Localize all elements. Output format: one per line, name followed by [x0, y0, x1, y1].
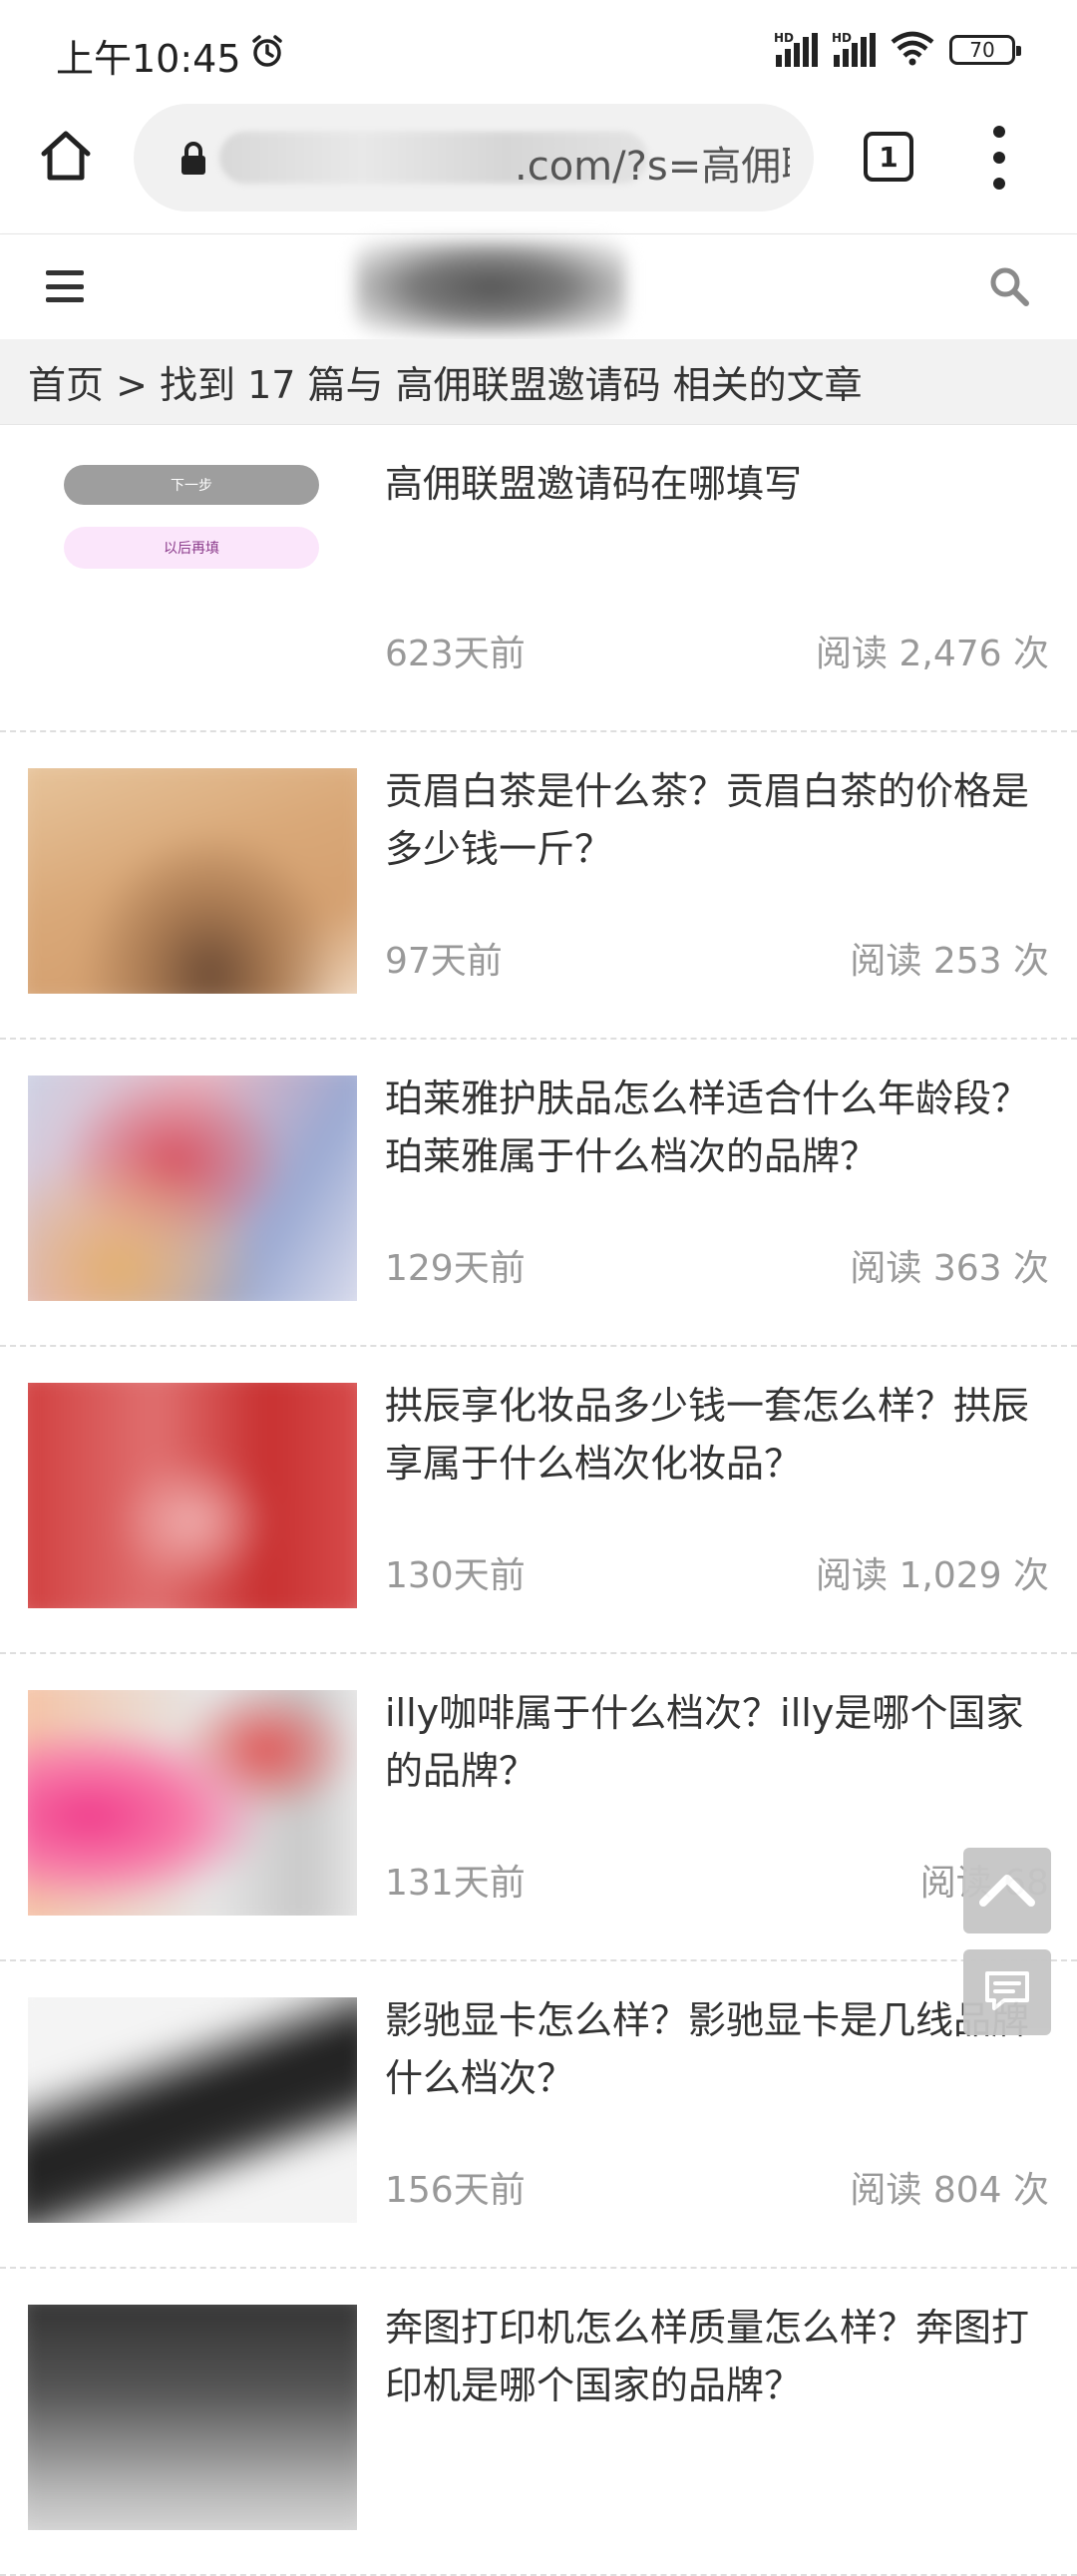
comment-icon: [982, 1968, 1032, 2016]
tab-switcher-button[interactable]: 1: [864, 132, 913, 182]
battery-icon: 70: [949, 35, 1021, 65]
chevron-up-icon: [977, 1869, 1037, 1913]
list-item[interactable]: 下一步 以后再填 高佣联盟邀请码在哪填写 623天前 阅读 2,476 次: [0, 425, 1077, 732]
battery-level: 70: [969, 38, 995, 62]
article-date: 131天前: [385, 1863, 526, 1904]
status-bar: 上午10:45 HD HD 70: [0, 0, 1077, 100]
article-list: 下一步 以后再填 高佣联盟邀请码在哪填写 623天前 阅读 2,476 次 贡眉…: [0, 425, 1077, 2576]
address-bar[interactable]: .com/?s=高佣联: [134, 104, 814, 212]
article-title[interactable]: 拱辰享化妆品多少钱一套怎么样？拱辰享属于什么档次化妆品？: [385, 1377, 1051, 1493]
article-thumbnail[interactable]: [28, 768, 357, 994]
article-date: 130天前: [385, 1555, 526, 1596]
home-button[interactable]: [30, 122, 102, 194]
article-title[interactable]: 贡眉白茶是什么茶？贡眉白茶的价格是多少钱一斤？: [385, 762, 1051, 878]
browser-toolbar: .com/?s=高佣联 1: [0, 100, 1077, 231]
thumbnail-later-button: 以后再填: [64, 527, 319, 569]
list-item[interactable]: 珀莱雅护肤品怎么样适合什么年龄段？珀莱雅属于什么档次的品牌？ 129天前 阅读 …: [0, 1040, 1077, 1347]
list-item[interactable]: 奔图打印机怎么样质量怎么样？奔图打印机是哪个国家的品牌？: [0, 2269, 1077, 2576]
article-views: 阅读 363 次: [850, 1248, 1049, 1289]
search-icon: [987, 267, 1031, 312]
tab-count: 1: [879, 140, 898, 174]
article-thumbnail[interactable]: 下一步 以后再填: [28, 461, 357, 686]
comment-button[interactable]: [963, 1949, 1051, 2035]
clock-time: 上午10:45: [56, 37, 241, 81]
list-item[interactable]: 拱辰享化妆品多少钱一套怎么样？拱辰享属于什么档次化妆品？ 130天前 阅读 1,…: [0, 1347, 1077, 1654]
article-views: 阅读 804 次: [850, 2170, 1049, 2211]
article-views: 阅读 2,476 次: [816, 634, 1049, 674]
article-date: 97天前: [385, 941, 503, 982]
article-title[interactable]: 珀莱雅护肤品怎么样适合什么年龄段？珀莱雅属于什么档次的品牌？: [385, 1070, 1051, 1185]
status-indicators: HD HD 70: [774, 30, 1021, 70]
article-date: 156天前: [385, 2170, 526, 2211]
thumbnail-next-button: 下一步: [64, 465, 319, 505]
breadcrumb-text: 首页 > 找到 17 篇与 高佣联盟邀请码 相关的文章: [28, 363, 863, 407]
network-type-label: HD: [832, 31, 853, 45]
wifi-icon: [890, 30, 935, 70]
search-button[interactable]: [987, 264, 1033, 310]
alarm-icon: [249, 33, 285, 78]
site-header: [0, 233, 1077, 340]
back-to-top-button[interactable]: [963, 1848, 1051, 1933]
more-menu-button[interactable]: [977, 126, 1021, 190]
article-title[interactable]: illy咖啡属于什么档次？illy是哪个国家的品牌？: [385, 1684, 1051, 1800]
article-thumbnail[interactable]: [28, 1997, 357, 2223]
lock-icon: [180, 142, 207, 180]
list-item[interactable]: 贡眉白茶是什么茶？贡眉白茶的价格是多少钱一斤？ 97天前 阅读 253 次: [0, 732, 1077, 1040]
status-time-group: 上午10:45: [56, 28, 285, 83]
list-item[interactable]: 影驰显卡怎么样？影驰显卡是几线品牌什么档次？ 156天前 阅读 804 次: [0, 1961, 1077, 2269]
signal-icon: HD: [832, 31, 876, 67]
signal-icon: HD: [774, 31, 818, 67]
url-text: .com/?s=高佣联: [515, 144, 790, 190]
article-title[interactable]: 高佣联盟邀请码在哪填写: [385, 455, 1051, 513]
home-icon: [36, 126, 96, 190]
article-thumbnail[interactable]: [28, 1690, 357, 1916]
article-date: 129天前: [385, 1248, 526, 1289]
article-views: 阅读 253 次: [850, 941, 1049, 982]
more-vertical-icon: [993, 126, 1005, 138]
breadcrumb: 首页 > 找到 17 篇与 高佣联盟邀请码 相关的文章: [0, 339, 1077, 425]
hamburger-menu-icon[interactable]: [46, 270, 84, 302]
article-views: 阅读 1,029 次: [816, 1555, 1049, 1596]
article-title[interactable]: 奔图打印机怎么样质量怎么样？奔图打印机是哪个国家的品牌？: [385, 2299, 1051, 2414]
article-date: 623天前: [385, 634, 526, 674]
article-thumbnail[interactable]: [28, 1383, 357, 1608]
network-type-label: HD: [774, 31, 795, 45]
article-thumbnail[interactable]: [28, 1075, 357, 1301]
list-item[interactable]: illy咖啡属于什么档次？illy是哪个国家的品牌？ 131天前 阅读 68: [0, 1654, 1077, 1961]
article-thumbnail[interactable]: [28, 2305, 357, 2530]
site-logo[interactable]: [355, 240, 626, 334]
article-title[interactable]: 影驰显卡怎么样？影驰显卡是几线品牌什么档次？: [385, 1991, 1051, 2107]
